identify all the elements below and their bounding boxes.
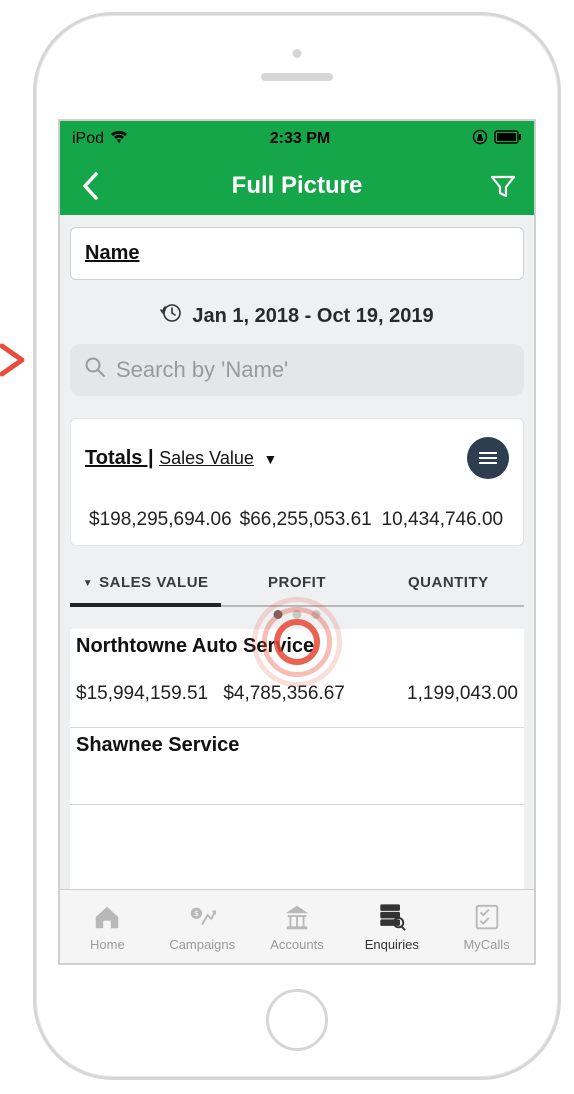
nav-label: MyCalls [463,937,509,952]
nav-mycalls[interactable]: MyCalls [439,890,534,963]
name-selector[interactable]: Name [70,227,524,280]
search-icon [84,356,106,384]
date-range-label: Jan 1, 2018 - Oct 19, 2019 [192,305,433,328]
phone-speaker [261,73,333,81]
tab-profit[interactable]: PROFIT [221,560,372,605]
totals-title-prefix: Totals | [85,447,154,469]
content-area: Name Jan 1, 2018 - Oct 19, 2019 Totals | [60,215,534,889]
date-range-selector[interactable]: Jan 1, 2018 - Oct 19, 2019 [70,280,524,344]
caret-down-icon: ▼ [263,451,277,467]
home-button[interactable] [266,989,328,1051]
nav-header: Full Picture [60,157,534,215]
row-value: 1,199,043.00 [371,683,518,705]
home-icon [92,902,122,935]
accounts-icon [282,902,312,935]
tab-label: SALES VALUE [99,574,208,591]
totals-value-2: $66,255,053.61 [236,509,376,531]
dot [293,610,302,619]
search-input[interactable] [116,357,510,383]
nav-accounts[interactable]: Accounts [250,890,345,963]
list-item-name[interactable]: Northtowne Auto Service [70,629,524,663]
status-bar: iPod 2:33 PM [60,121,534,157]
tab-quantity[interactable]: QUANTITY [373,560,524,605]
totals-sort-selector[interactable]: Totals | Sales Value ▼ [85,447,277,470]
nav-enquiries[interactable]: Enquiries [344,890,439,963]
enquiries-icon [377,902,407,935]
screen: iPod 2:33 PM Full Picture [58,119,536,965]
list-item-values [70,762,524,805]
metric-tabs: SALES VALUE PROFIT QUANTITY [70,560,524,607]
nav-label: Home [90,937,125,952]
history-icon [160,302,182,330]
list-item-name[interactable]: Shawnee Service [70,728,524,762]
totals-card: Totals | Sales Value ▼ $198,295,694.06 $… [70,418,524,546]
results-list[interactable]: Northtowne Auto Service $15,994,159.51 $… [70,629,524,889]
totals-title-metric: Sales Value [159,448,254,468]
row-value: $15,994,159.51 [76,683,223,705]
dot [274,610,283,619]
name-selector-label: Name [85,242,139,264]
row-value: $4,785,356.67 [223,683,370,705]
list-item-values: $15,994,159.51 $4,785,356.67 1,199,043.0… [70,663,524,728]
dot [312,610,321,619]
totals-menu-button[interactable] [467,437,509,479]
battery-icon [494,130,522,149]
phone-frame: iPod 2:33 PM Full Picture [33,12,561,1080]
tab-sales-value[interactable]: SALES VALUE [70,560,221,607]
tab-label: PROFIT [268,574,326,591]
filter-button[interactable] [486,169,520,203]
totals-value-1: $198,295,694.06 [85,509,236,531]
wifi-icon [110,130,128,149]
annotation-arrow [0,342,32,378]
nav-label: Accounts [270,937,323,952]
orientation-lock-icon [472,129,488,150]
bottom-nav: Home $ Campaigns Accounts Enquiries MyCa… [60,889,534,963]
campaigns-icon: $ [187,902,217,935]
nav-campaigns[interactable]: $ Campaigns [155,890,250,963]
page-title: Full Picture [232,172,363,200]
back-button[interactable] [74,169,108,203]
nav-label: Campaigns [169,937,235,952]
search-field[interactable] [70,344,524,396]
hamburger-icon [479,452,497,464]
nav-label: Enquiries [365,937,419,952]
totals-values-row: $198,295,694.06 $66,255,053.61 10,434,74… [85,509,509,531]
phone-camera-dot [293,49,302,58]
clock-label: 2:33 PM [270,130,330,148]
carrier-label: iPod [72,130,104,148]
nav-home[interactable]: Home [60,890,155,963]
tab-label: QUANTITY [408,574,489,591]
totals-value-3: 10,434,746.00 [376,509,509,531]
mycalls-icon [472,902,502,935]
page-dots [274,610,321,619]
